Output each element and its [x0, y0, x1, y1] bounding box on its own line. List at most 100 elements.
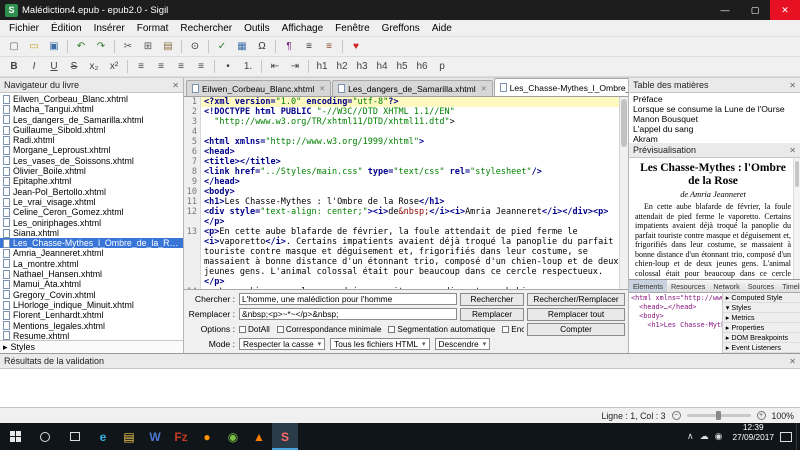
file-item[interactable]: Jean-Pol_Bertollo.xhtml: [0, 187, 183, 197]
taskbar-app-vlc[interactable]: ▲: [246, 423, 272, 450]
taskbar-app-word[interactable]: W: [142, 423, 168, 450]
replace-input[interactable]: [239, 308, 457, 320]
menu-aide[interactable]: Aide: [426, 23, 458, 34]
file-item[interactable]: Les_dangers_de_Samarilla.xhtml: [0, 115, 183, 125]
toc-item[interactable]: Préface: [629, 94, 800, 104]
zoom-slider-thumb[interactable]: [716, 411, 721, 420]
toc-item[interactable]: Manon Bousquet: [629, 114, 800, 124]
inspector-section-event-listeners[interactable]: ▸ Event Listeners: [723, 343, 800, 353]
file-item[interactable]: Olivier_Boile.xhtml: [0, 166, 183, 176]
mode-select-descendre[interactable]: Descendre▾: [435, 338, 491, 350]
file-item[interactable]: Siana.xhtml: [0, 228, 183, 238]
toc-item[interactable]: Lorsque se consume la Lune de l'Ourse: [629, 104, 800, 114]
cut-icon[interactable]: ✂: [119, 39, 137, 55]
start-button[interactable]: [0, 423, 30, 450]
file-item[interactable]: Nathael_Hansen.xhtml: [0, 269, 183, 279]
undo-icon[interactable]: ↶: [72, 39, 90, 55]
heading-3-icon[interactable]: h3: [353, 59, 371, 75]
file-item[interactable]: Mamui_Ata.xhtml: [0, 279, 183, 289]
numbered-list-icon[interactable]: 1.: [239, 59, 257, 75]
close-icon[interactable]: ✕: [789, 357, 796, 366]
insert-image-icon[interactable]: ▦: [233, 39, 251, 55]
inspector-section-styles[interactable]: ▾ Styles: [723, 303, 800, 313]
zoom-out-icon[interactable]: −: [672, 411, 681, 420]
maximize-button[interactable]: ▢: [740, 0, 770, 20]
menu-edition[interactable]: Édition: [45, 23, 88, 34]
file-item[interactable]: Eilwen_Corbeau_Blanc.xhtml: [0, 94, 183, 104]
preview-scrollbar[interactable]: [793, 158, 800, 279]
taskbar-app-sigil[interactable]: S: [272, 423, 298, 450]
split-at-cursor-icon[interactable]: ¶: [280, 39, 298, 55]
align-justify-icon[interactable]: ≡: [192, 59, 210, 75]
subscript-icon[interactable]: x₂: [85, 59, 103, 75]
italic-icon[interactable]: I: [25, 59, 43, 75]
save-icon[interactable]: ▣: [45, 39, 63, 55]
inspector-tab-timeline[interactable]: Timeline: [778, 280, 800, 293]
search-input[interactable]: [239, 293, 457, 305]
align-right-icon[interactable]: ≡: [172, 59, 190, 75]
align-left-icon[interactable]: ≡: [132, 59, 150, 75]
file-item[interactable]: La_montre.xhtml: [0, 259, 183, 269]
onedrive-icon[interactable]: ☁: [700, 431, 709, 442]
rechercher-button[interactable]: Rechercher: [460, 293, 524, 306]
file-item[interactable]: Florent_Lenhardt.xhtml: [0, 310, 183, 320]
spellcheck-icon[interactable]: ✓: [213, 39, 231, 55]
toc-item[interactable]: Akram: [629, 134, 800, 143]
volume-icon[interactable]: ◉: [715, 431, 723, 442]
metadata-editor-icon[interactable]: ≡: [300, 39, 318, 55]
taskbar-app-edge[interactable]: e: [90, 423, 116, 450]
hidden-icons-chevron-icon[interactable]: ∧: [687, 431, 694, 442]
strikethrough-icon[interactable]: S: [65, 59, 83, 75]
show-desktop-button[interactable]: [796, 423, 800, 450]
heading-2-icon[interactable]: h2: [333, 59, 351, 75]
close-button[interactable]: ✕: [770, 0, 800, 20]
donate-icon[interactable]: ♥: [347, 39, 365, 55]
underline-icon[interactable]: U: [45, 59, 63, 75]
inspector-section-dom-breakpoints[interactable]: ▸ DOM Breakpoints: [723, 333, 800, 343]
menu-rechercher[interactable]: Rechercher: [174, 23, 238, 34]
heading-1-icon[interactable]: h1: [313, 59, 331, 75]
taskbar-app-firefox[interactable]: ●: [194, 423, 220, 450]
remplacer-tout-button[interactable]: Remplacer tout: [527, 308, 625, 321]
scrollbar-thumb[interactable]: [621, 99, 627, 147]
close-icon[interactable]: ✕: [789, 81, 796, 90]
taskbar-clock[interactable]: 12:39 27/09/2017: [726, 423, 780, 450]
editor-scrollbar[interactable]: [619, 97, 628, 289]
tab-close-icon[interactable]: ✕: [319, 85, 325, 93]
heading-4-icon[interactable]: h4: [373, 59, 391, 75]
search-button[interactable]: [30, 423, 60, 450]
option-dotall[interactable]: DotAll: [239, 325, 270, 334]
menu-outils[interactable]: Outils: [238, 23, 276, 34]
code-view[interactable]: 1<?xml version="1.0" encoding="utf-8"?>2…: [184, 97, 619, 289]
taskbar-app-chrome[interactable]: ◉: [220, 423, 246, 450]
file-item[interactable]: Resume.xhtml: [0, 331, 183, 340]
increase-indent-icon[interactable]: ⇥: [286, 59, 304, 75]
code-editor[interactable]: 1<?xml version="1.0" encoding="utf-8"?>2…: [184, 97, 628, 289]
menu-fichier[interactable]: Fichier: [3, 23, 45, 34]
redo-icon[interactable]: ↷: [92, 39, 110, 55]
styles-section[interactable]: ▸ Styles: [0, 340, 183, 353]
menu-affichage[interactable]: Affichage: [276, 23, 330, 34]
option-segmentation-automatique[interactable]: Segmentation automatique: [388, 325, 495, 334]
file-item[interactable]: Amria_Jeanneret.xhtml: [0, 248, 183, 258]
file-item[interactable]: Les_oniriphages.xhtml: [0, 218, 183, 228]
inspector-tab-elements[interactable]: Elements: [629, 280, 667, 293]
option-correspondance-minimale[interactable]: Correspondance minimale: [277, 325, 382, 334]
bold-icon[interactable]: B: [5, 59, 23, 75]
taskbar-app-filezilla[interactable]: Fz: [168, 423, 194, 450]
taskbar-app-file-explorer[interactable]: ▤: [116, 423, 142, 450]
mode-select-tous-les-fichiers-html[interactable]: Tous les fichiers HTML▾: [330, 338, 429, 350]
file-item[interactable]: Macha_Tangui.xhtml: [0, 104, 183, 114]
rechercher-remplacer-button[interactable]: Rechercher/Remplacer: [527, 293, 625, 306]
option-encore[interactable]: Encore: [502, 325, 524, 334]
copy-icon[interactable]: ⊞: [139, 39, 157, 55]
editor-tab[interactable]: Eilwen_Corbeau_Blanc.xhtml✕: [186, 80, 331, 96]
file-item[interactable]: Gregory_Covin.xhtml: [0, 290, 183, 300]
action-center-icon[interactable]: [780, 432, 792, 442]
inspector-section-metrics[interactable]: ▸ Metrics: [723, 313, 800, 323]
paste-icon[interactable]: ▤: [159, 39, 177, 55]
tab-close-icon[interactable]: ✕: [481, 85, 487, 93]
file-item[interactable]: Celine_Ceron_Gomez.xhtml: [0, 207, 183, 217]
bulleted-list-icon[interactable]: •: [219, 59, 237, 75]
toc-item[interactable]: L'appel du sang: [629, 124, 800, 134]
